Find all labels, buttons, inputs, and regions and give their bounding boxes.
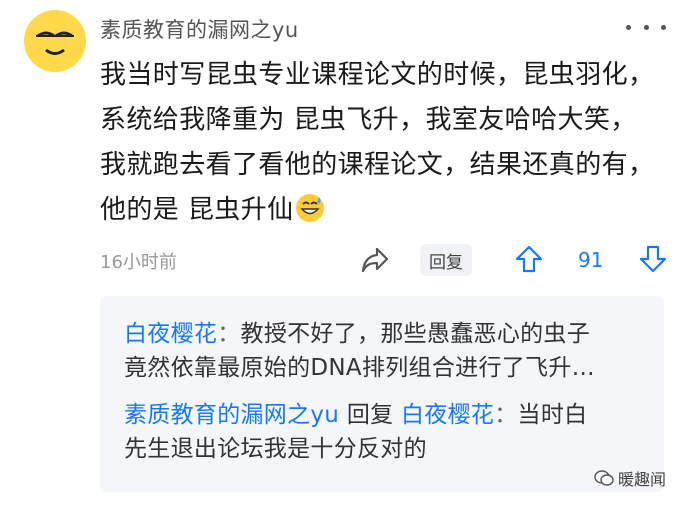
comment-line-text: 他的是 昆虫升仙 xyxy=(100,195,294,225)
comment-username[interactable]: 素质教育的漏网之yu xyxy=(100,14,299,44)
reply-line: 素质教育的漏网之yu 回复 白夜樱花：当时白 xyxy=(124,398,654,432)
reply-text: 教授不好了，那些愚蠢恶心的虫子 xyxy=(240,321,591,347)
vote-count: 91 xyxy=(578,248,604,272)
reply-word: 回复 xyxy=(339,402,402,428)
more-options-icon[interactable] xyxy=(626,15,666,39)
comment-timestamp: 16小时前 xyxy=(100,252,177,273)
reply-text: 当时白 xyxy=(517,402,588,428)
reply-line: 竟然依靠最原始的DNA排列组合进行了飞升… xyxy=(124,355,595,381)
comment-line: 系统给我降重为 昆虫飞升，我室友哈哈大笑， xyxy=(100,105,637,135)
comment-line: 我当时写昆虫专业课程论文的时候，昆虫羽化， xyxy=(100,60,655,90)
reply-author[interactable]: 素质教育的漏网之yu xyxy=(124,402,339,428)
reply-item[interactable]: 素质教育的漏网之yu 回复 白夜樱花：当时白 先生退出论坛我是十分反对的 xyxy=(124,398,654,466)
watermark-text: 暖趣闻 xyxy=(618,470,667,489)
upvote-arrow-icon[interactable] xyxy=(514,244,544,278)
reply-separator: ： xyxy=(217,321,241,347)
comment-line-last: 他的是 昆虫升仙 xyxy=(100,188,670,238)
sunglasses-face-icon xyxy=(24,10,86,72)
sweat-smile-emoji-icon xyxy=(295,193,325,238)
comment-body: 我当时写昆虫专业课程论文的时候，昆虫羽化， 系统给我降重为 昆虫飞升，我室友哈哈… xyxy=(100,53,670,238)
reply-target[interactable]: 白夜樱花 xyxy=(401,402,494,428)
reply-separator: ： xyxy=(494,402,518,428)
replies-panel[interactable]: 白夜樱花：教授不好了，那些愚蠢恶心的虫子 竟然依靠最原始的DNA排列组合进行了飞… xyxy=(100,296,664,492)
share-icon[interactable] xyxy=(360,246,390,278)
avatar[interactable] xyxy=(24,10,86,72)
reply-author[interactable]: 白夜樱花 xyxy=(124,321,217,347)
reply-line: 先生退出论坛我是十分反对的 xyxy=(124,436,427,462)
reply-line: 白夜樱花：教授不好了，那些愚蠢恶心的虫子 xyxy=(124,317,654,351)
comment-line: 我就跑去看了看他的课程论文，结果还真的有， xyxy=(100,150,655,180)
watermark: 暖趣闻 xyxy=(594,466,666,490)
reply-button[interactable]: 回复 xyxy=(420,244,472,276)
reply-item[interactable]: 白夜樱花：教授不好了，那些愚蠢恶心的虫子 竟然依靠最原始的DNA排列组合进行了飞… xyxy=(124,317,654,385)
downvote-arrow-icon[interactable] xyxy=(638,244,668,278)
wechat-icon xyxy=(594,470,614,486)
